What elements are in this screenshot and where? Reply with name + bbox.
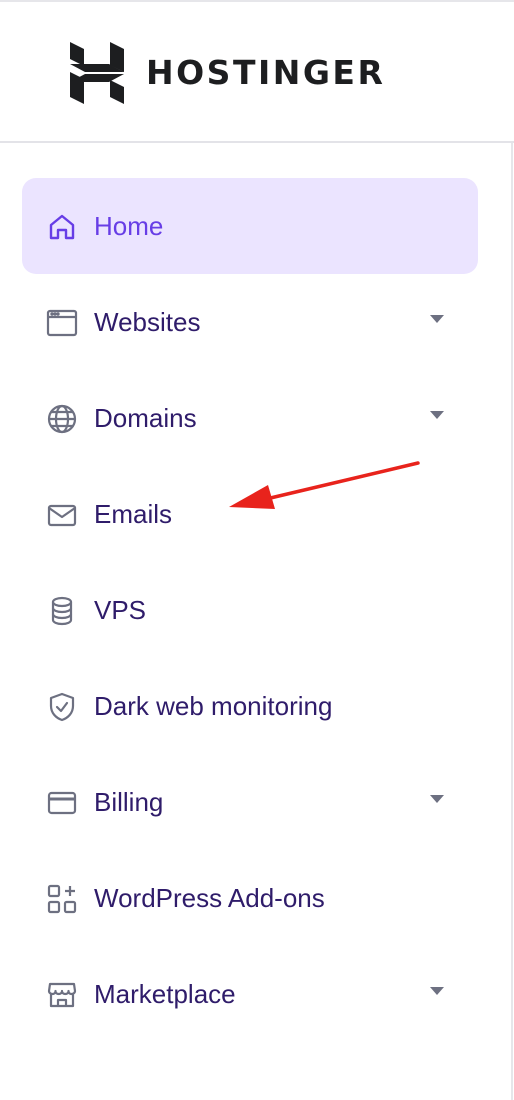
sidebar-item-emails[interactable]: Emails: [22, 466, 478, 562]
sidebar-item-label: Home: [94, 211, 164, 241]
chevron-down-icon[interactable]: [430, 795, 444, 803]
sidebar-nav: Home Websites Domains Emails VPS Dark we…: [22, 178, 478, 1042]
sidebar-item-label: Emails: [94, 499, 173, 529]
add-ons-grid-icon: [47, 884, 77, 914]
sidebar-item-websites[interactable]: Websites: [22, 274, 478, 370]
sidebar-item-marketplace[interactable]: Marketplace: [22, 946, 478, 1042]
sidebar-header: HOSTINGER: [0, 2, 514, 143]
chevron-down-icon[interactable]: [430, 411, 444, 419]
brand-name: HOSTINGER: [146, 53, 386, 92]
sidebar-item-label: Marketplace: [94, 979, 236, 1009]
sidebar-item-label: Billing: [94, 787, 164, 817]
sidebar-item-wordpress-add-ons[interactable]: WordPress Add-ons: [22, 850, 478, 946]
sidebar-item-label: Dark web monitoring: [94, 691, 333, 721]
storefront-icon: [47, 982, 77, 1008]
sidebar-item-billing[interactable]: Billing: [22, 754, 478, 850]
sidebar-item-label: Websites: [94, 307, 201, 337]
sidebar-item-dark-web-monitoring[interactable]: Dark web monitoring: [22, 658, 478, 754]
browser-window-icon: [46, 309, 78, 337]
credit-card-icon: [47, 791, 77, 815]
sidebar-item-label: Domains: [94, 403, 197, 433]
sidebar-item-label: WordPress Add-ons: [94, 883, 325, 913]
chevron-down-icon[interactable]: [430, 987, 444, 995]
envelope-icon: [47, 504, 77, 527]
brand-logo[interactable]: HOSTINGER: [70, 42, 385, 104]
database-icon: [51, 596, 73, 626]
home-icon: [49, 214, 75, 240]
sidebar-item-home[interactable]: Home: [22, 178, 478, 274]
hostinger-logo-icon: [70, 42, 124, 104]
globe-icon: [47, 404, 77, 434]
shield-check-icon: [49, 692, 75, 722]
sidebar-right-border: [511, 143, 513, 1100]
sidebar-item-domains[interactable]: Domains: [22, 370, 478, 466]
sidebar-item-vps[interactable]: VPS: [22, 562, 478, 658]
sidebar-item-label: VPS: [94, 595, 147, 625]
chevron-down-icon[interactable]: [430, 315, 444, 323]
